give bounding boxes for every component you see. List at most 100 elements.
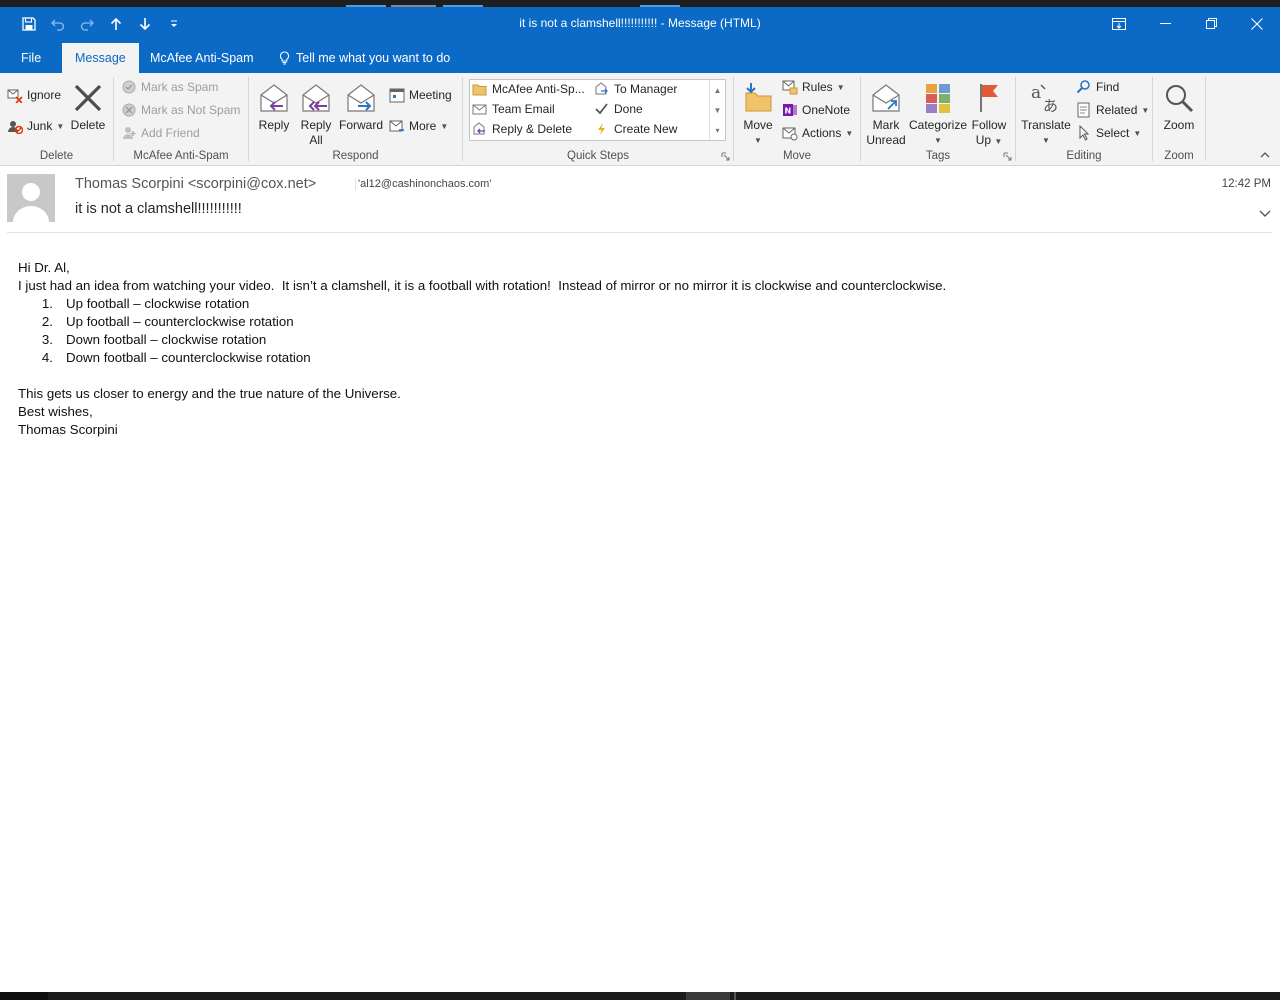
arrow-down-icon: [139, 17, 150, 30]
mark-as-not-spam-label: Mark as Not Spam: [141, 103, 241, 117]
chevron-down-icon: ▼: [994, 137, 1003, 146]
ignore-button[interactable]: Ignore: [7, 85, 61, 105]
avatar: [7, 174, 55, 222]
categorize-label: Categorize: [908, 118, 968, 132]
checkmark-icon: [595, 103, 608, 115]
spam-icon: [122, 80, 136, 94]
flag-icon: [980, 84, 998, 112]
junk-button[interactable]: Junk ▼: [7, 116, 64, 136]
scroll-down-icon[interactable]: ▼: [710, 100, 725, 120]
delete-button[interactable]: Delete: [66, 78, 110, 133]
list-number: 4.: [41, 350, 53, 365]
scroll-up-icon[interactable]: ▲: [710, 80, 725, 100]
mark-unread-button[interactable]: Mark Unread: [864, 78, 908, 148]
reply-icon: [260, 84, 288, 112]
onenote-button[interactable]: N OneNote: [782, 100, 850, 120]
more-respond-button[interactable]: More ▼: [389, 116, 448, 136]
close-button[interactable]: [1234, 7, 1280, 40]
quick-step-done[interactable]: Done: [594, 102, 643, 116]
move-button[interactable]: Move ▼: [738, 78, 778, 148]
meeting-button[interactable]: Meeting: [389, 85, 452, 105]
rules-icon: [782, 80, 798, 95]
quick-step-label: Create New: [614, 122, 678, 136]
quick-steps-group: McAfee Anti-Sp... To Manager Team Email …: [463, 73, 733, 165]
zoom-label: Zoom: [1163, 118, 1195, 132]
chevron-down-icon: [170, 20, 177, 27]
chevron-down-icon[interactable]: [1259, 210, 1271, 218]
move-group: Move ▼ Rules ▼ N OneNote Actions ▼ Move: [734, 73, 860, 165]
sender-name[interactable]: Thomas Scorpini <scorpini@cox.net>: [75, 176, 316, 192]
reply-all-button[interactable]: Reply All: [295, 78, 337, 148]
message-subject: it is not a clamshell!!!!!!!!!!!: [75, 201, 242, 217]
intro-paragraph: I just had an idea from watching your vi…: [18, 278, 947, 293]
close-icon: [1251, 17, 1263, 30]
rules-button[interactable]: Rules ▼: [782, 77, 845, 97]
quick-step-label: Team Email: [492, 102, 555, 116]
customize-toolbar-button[interactable]: [159, 7, 188, 40]
dialog-launcher-icon[interactable]: [721, 152, 730, 161]
select-button[interactable]: Select ▼: [1076, 123, 1141, 143]
forward-button[interactable]: Forward: [337, 78, 385, 133]
list-text: Down football – clockwise rotation: [66, 332, 267, 347]
previous-item-button[interactable]: [101, 7, 130, 40]
reply-delete-icon: [473, 122, 485, 135]
find-button[interactable]: Find: [1076, 77, 1119, 97]
add-friend-button[interactable]: Add Friend: [121, 123, 200, 143]
onenote-label: OneNote: [802, 103, 851, 117]
move-group-label: Move: [782, 150, 812, 162]
related-button[interactable]: Related ▼: [1076, 100, 1149, 120]
quick-step-label: Done: [614, 102, 643, 116]
rules-label: Rules: [802, 80, 833, 94]
dialog-launcher-icon[interactable]: [1003, 152, 1012, 161]
minimize-button[interactable]: [1142, 7, 1188, 40]
move-label: Move: [743, 118, 773, 132]
restore-button[interactable]: [1188, 7, 1234, 40]
quick-step-team-email[interactable]: Team Email: [472, 102, 555, 116]
quick-access-toolbar: [14, 7, 188, 40]
ribbon-display-options-button[interactable]: [1096, 7, 1142, 40]
list-text: Down football – counterclockwise rotatio…: [66, 350, 311, 365]
actions-button[interactable]: Actions ▼: [782, 123, 853, 143]
svg-text:a: a: [1031, 83, 1041, 103]
follow-up-label-1: Follow: [971, 118, 1007, 132]
quick-step-reply-delete[interactable]: Reply & Delete: [472, 122, 572, 136]
quick-steps-scrollbar[interactable]: ▲ ▼ ▾: [709, 80, 725, 140]
related-icon: [1077, 102, 1090, 118]
rotation-list: 1. Up football – clockwise rotation 2. Up …: [18, 295, 1258, 367]
tab-mcafee-anti-spam[interactable]: McAfee Anti-Spam: [137, 43, 267, 73]
quick-step-to-manager[interactable]: To Manager: [594, 82, 677, 96]
mark-as-spam-button[interactable]: Mark as Spam: [121, 77, 218, 97]
tab-message[interactable]: Message: [62, 43, 139, 73]
reply-label: Reply: [258, 118, 290, 132]
next-item-button[interactable]: [130, 7, 159, 40]
reply-all-label-2: All: [309, 133, 323, 147]
recipient-address[interactable]: 'al12@cashinonchaos.com': [355, 178, 491, 190]
signature-line: Thomas Scorpini: [18, 422, 118, 437]
ribbon-tabs: File Message McAfee Anti-Spam Tell me wh…: [0, 40, 1280, 73]
categorize-button[interactable]: Categorize ▼: [908, 78, 968, 148]
follow-up-button[interactable]: Follow Up ▼: [968, 78, 1010, 149]
reply-button[interactable]: Reply: [253, 78, 295, 133]
quick-step-mcafee[interactable]: McAfee Anti-Sp...: [472, 82, 585, 96]
junk-label: Junk: [27, 119, 53, 133]
delete-group: Ignore Junk ▼ Delete Delete: [0, 73, 113, 165]
chevron-down-icon: ▼: [56, 121, 65, 131]
mark-as-spam-label: Mark as Spam: [141, 80, 219, 94]
save-button[interactable]: [14, 7, 43, 40]
mark-as-not-spam-button[interactable]: Mark as Not Spam: [121, 100, 240, 120]
quick-step-label: To Manager: [614, 82, 678, 96]
gallery-expand-icon[interactable]: ▾: [710, 120, 725, 140]
collapse-ribbon-icon[interactable]: [1260, 151, 1270, 159]
move-folder-icon: [745, 83, 772, 112]
quick-step-create-new[interactable]: Create New: [594, 122, 677, 136]
svg-text:あ: あ: [1043, 97, 1058, 115]
tab-file[interactable]: File: [8, 43, 54, 73]
window-title: it is not a clamshell!!!!!!!!!!! - Messa…: [519, 16, 761, 30]
tell-me-search[interactable]: Tell me what you want to do: [266, 43, 463, 73]
redo-button[interactable]: [72, 7, 101, 40]
lightning-icon: [598, 123, 605, 135]
undo-button[interactable]: [43, 7, 72, 40]
translate-button[interactable]: aあ Translate ▼: [1019, 78, 1073, 148]
zoom-button[interactable]: Zoom: [1157, 78, 1201, 133]
chevron-down-icon: ▼: [754, 136, 762, 145]
